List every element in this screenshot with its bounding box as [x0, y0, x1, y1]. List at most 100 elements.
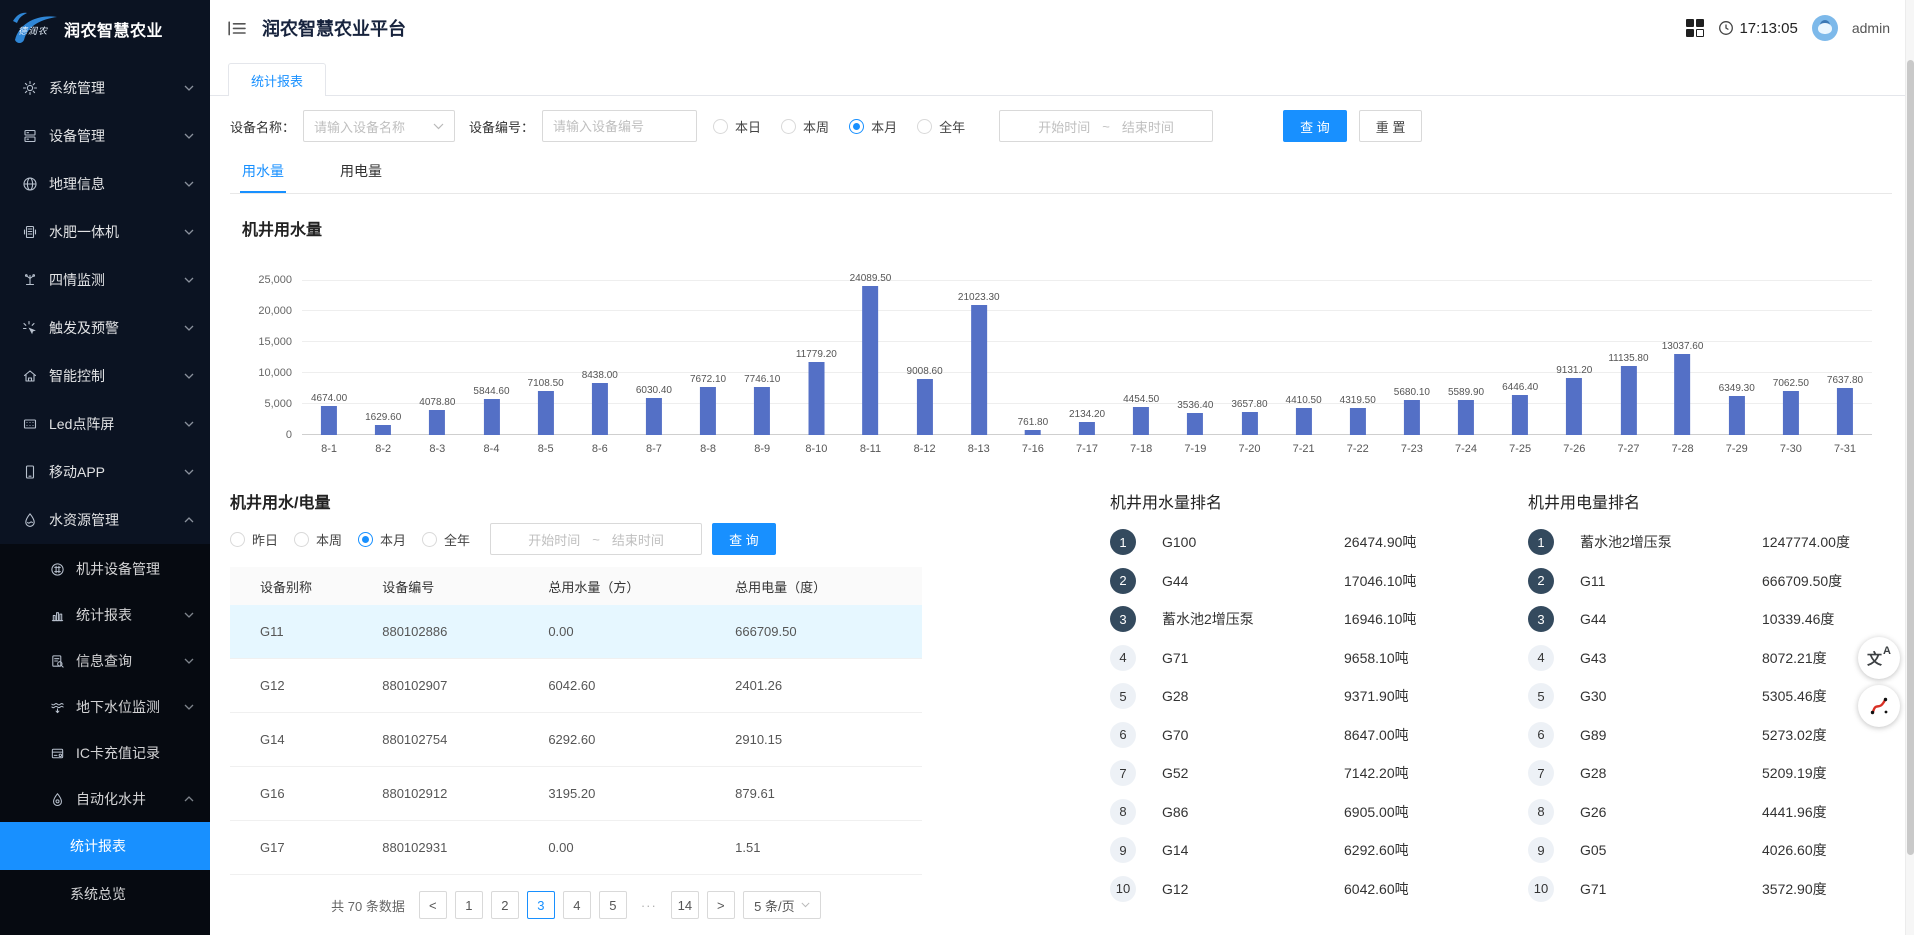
chart-bar-group[interactable]: 6446.40 7-25	[1493, 280, 1547, 435]
ranking-row: 9 G14 6292.60吨	[1110, 831, 1482, 870]
chart-bar-group[interactable]: 6349.30 7-29	[1710, 280, 1764, 435]
sidebar-item-system[interactable]: 系统管理	[0, 64, 210, 112]
pagination-item[interactable]: 4	[563, 891, 591, 919]
cell-device-code: 880102931	[382, 840, 548, 855]
measure-tab[interactable]: 用电量	[338, 152, 384, 193]
chart-bar-group[interactable]: 5844.60 8-4	[464, 280, 518, 435]
chart-bar-group[interactable]: 9131.20 7-26	[1547, 280, 1601, 435]
field-monitor-icon	[22, 272, 38, 288]
submenu-item-info-query[interactable]: 信息查询	[0, 638, 210, 684]
chart-bar-group[interactable]: 9008.60 8-12	[898, 280, 952, 435]
extension-fab-button[interactable]	[1858, 685, 1900, 727]
chart-bar-group[interactable]: 6030.40 8-7	[627, 280, 681, 435]
chart-bar-group[interactable]: 7637.80 7-31	[1818, 280, 1872, 435]
chart-bar-group[interactable]: 7672.10 8-8	[681, 280, 735, 435]
chart-bar-group[interactable]: 3657.80 7-20	[1222, 280, 1276, 435]
rank-value: 6042.60吨	[1344, 879, 1482, 899]
bar	[808, 362, 824, 435]
top-header: 润农智慧农业平台 17:13:05 admin	[210, 0, 1914, 56]
usage-date-range-picker[interactable]: 开始时间 ~ 结束时间	[490, 523, 702, 555]
pagination-item[interactable]: <	[419, 891, 447, 919]
sidebar-item-devices[interactable]: 设备管理	[0, 112, 210, 160]
subsub-item-system-overview[interactable]: 系统总览	[0, 870, 210, 918]
measure-tab[interactable]: 用水量	[240, 152, 286, 193]
pagination-item[interactable]: 5	[599, 891, 627, 919]
period-radio-option[interactable]: 全年	[917, 117, 965, 136]
usage-search-button[interactable]: 查 询	[712, 523, 776, 555]
usage-period-radio-option[interactable]: 本月	[358, 530, 406, 549]
collapse-sidebar-icon[interactable]	[228, 21, 246, 36]
submenu-item-ic-card[interactable]: IC卡充值记录	[0, 730, 210, 776]
chart-bar-group[interactable]: 3536.40 7-19	[1168, 280, 1222, 435]
period-radio-option[interactable]: 本月	[849, 117, 897, 136]
submenu-item-auto-well[interactable]: 自动化水井	[0, 776, 210, 822]
chevron-down-icon	[184, 277, 194, 283]
chart-bar-group[interactable]: 4454.50 7-18	[1114, 280, 1168, 435]
pagination-item[interactable]: >	[707, 891, 735, 919]
chart-bar-group[interactable]: 5589.90 7-24	[1439, 280, 1493, 435]
bar	[375, 425, 391, 435]
pagination-item[interactable]: 14	[671, 891, 699, 919]
device-code-input[interactable]	[553, 119, 686, 134]
chart-bar-group[interactable]: 7108.50 8-5	[519, 280, 573, 435]
chart-bar-group[interactable]: 7746.10 8-9	[735, 280, 789, 435]
pagination-item[interactable]: 2	[491, 891, 519, 919]
sidebar-item-geo[interactable]: 地理信息	[0, 160, 210, 208]
search-button[interactable]: 查 询	[1283, 110, 1347, 142]
sidebar-item-fertigation[interactable]: 水肥一体机	[0, 208, 210, 256]
chart-bar-group[interactable]: 1629.60 8-2	[356, 280, 410, 435]
chart-bar-group[interactable]: 11779.20 8-10	[789, 280, 843, 435]
chart-bar-group[interactable]: 7062.50 7-30	[1764, 280, 1818, 435]
chart-bar-group[interactable]: 13037.60 7-28	[1656, 280, 1710, 435]
radio-icon	[781, 119, 796, 134]
usage-period-radio-option[interactable]: 本周	[294, 530, 342, 549]
period-radio-option[interactable]: 本日	[713, 117, 761, 136]
submenu-item-groundwater[interactable]: 地下水位监测	[0, 684, 210, 730]
pagination-item[interactable]: ···	[635, 891, 663, 919]
chart-bar-group[interactable]: 11135.80 7-27	[1601, 280, 1655, 435]
pagination-item[interactable]: 1	[455, 891, 483, 919]
chart-bar-group[interactable]: 4319.50 7-22	[1331, 280, 1385, 435]
subsub-item-label: 系统总览	[70, 884, 126, 904]
chart-bar-group[interactable]: 4674.00 8-1	[302, 280, 356, 435]
date-range-picker[interactable]: 开始时间 ~ 结束时间	[999, 110, 1213, 142]
chart-bar-group[interactable]: 4078.80 8-3	[410, 280, 464, 435]
subsub-item-stats-report-active[interactable]: 统计报表	[0, 822, 210, 870]
translate-fab-button[interactable]: 文A	[1858, 637, 1900, 679]
sidebar-item-smart-control[interactable]: 智能控制	[0, 352, 210, 400]
avatar[interactable]	[1812, 15, 1838, 41]
chart-bar-group[interactable]: 4410.50 7-21	[1277, 280, 1331, 435]
sidebar-item-monitoring[interactable]: 四情监测	[0, 256, 210, 304]
apps-grid-icon[interactable]	[1686, 19, 1704, 37]
sidebar-item-alerts[interactable]: 触发及预警	[0, 304, 210, 352]
bar	[862, 286, 878, 435]
chart-bar-group[interactable]: 5680.10 7-23	[1385, 280, 1439, 435]
table-row[interactable]: G16 880102912 3195.20 879.61	[230, 767, 922, 821]
table-row[interactable]: G12 880102907 6042.60 2401.26	[230, 659, 922, 713]
submenu-item-stats-report[interactable]: 统计报表	[0, 592, 210, 638]
table-row[interactable]: G17 880102931 0.00 1.51	[230, 821, 922, 875]
sidebar-item-mobile-app[interactable]: 移动APP	[0, 448, 210, 496]
reset-button[interactable]: 重 置	[1359, 110, 1423, 142]
device-name-select[interactable]: 请输入设备名称	[303, 110, 455, 142]
ranking-row: 10 G12 6042.60吨	[1110, 870, 1482, 909]
chart-bar-group[interactable]: 21023.30 8-13	[952, 280, 1006, 435]
period-radio-option[interactable]: 本周	[781, 117, 829, 136]
usage-period-radio-option[interactable]: 全年	[422, 530, 470, 549]
sidebar-item-led[interactable]: Led点阵屏	[0, 400, 210, 448]
chart-bar-group[interactable]: 761.80 7-16	[1006, 280, 1060, 435]
page-size-select[interactable]: 5 条/页	[743, 891, 821, 919]
tab-stats-report[interactable]: 统计报表	[228, 63, 326, 96]
table-row[interactable]: G11 880102886 0.00 666709.50	[230, 605, 922, 659]
sidebar-item-water-resources[interactable]: 水资源管理	[0, 496, 210, 544]
chart-bar-group[interactable]: 24089.50 8-11	[843, 280, 897, 435]
scrollbar-thumb[interactable]	[1907, 60, 1914, 855]
table-row[interactable]: G14 880102754 6292.60 2910.15	[230, 713, 922, 767]
pagination-item[interactable]: 3	[527, 891, 555, 919]
submenu-item-well-devices[interactable]: 机井设备管理	[0, 546, 210, 592]
usage-period-radio-option[interactable]: 昨日	[230, 530, 278, 549]
rank-badge: 7	[1528, 760, 1554, 786]
chart-bar-group[interactable]: 2134.20 7-17	[1060, 280, 1114, 435]
chart-bar-group[interactable]: 8438.00 8-6	[573, 280, 627, 435]
water-ranking-rows: 1 G100 26474.90吨 2 G44 17046.10吨	[1110, 523, 1482, 908]
